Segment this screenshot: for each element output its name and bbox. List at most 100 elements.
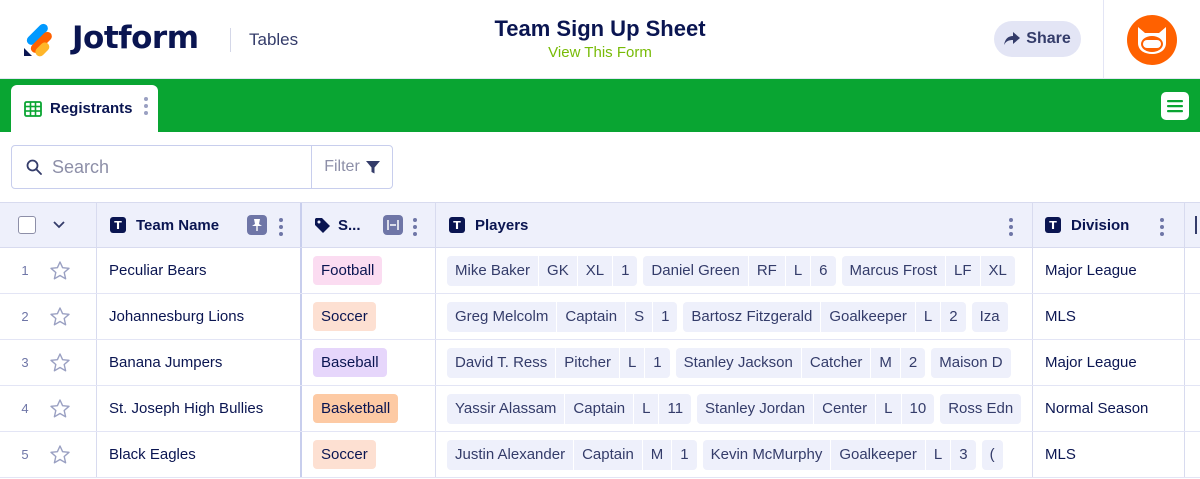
- cell-team-name[interactable]: Banana Jumpers: [97, 340, 302, 385]
- column-label-players: Players: [475, 216, 529, 234]
- player-card[interactable]: Stanley Jackson Catcher M 2: [675, 347, 926, 378]
- filter-button[interactable]: Filter: [311, 145, 393, 189]
- player-card[interactable]: Stanley Jordan Center L 10: [697, 393, 935, 424]
- player-card[interactable]: Maison D: [931, 347, 1011, 378]
- player-position: Captain: [573, 439, 642, 470]
- row-number: 5: [21, 447, 29, 462]
- table-header-row: T Team Name S... T Players T Division: [0, 202, 1200, 248]
- player-number: 2: [940, 301, 965, 332]
- column-options-icon[interactable]: [1009, 218, 1013, 236]
- cell-players[interactable]: Greg Melcolm Captain S 1 Bartosz Fitzgerald…: [436, 294, 1033, 339]
- column-options-icon[interactable]: [279, 218, 283, 236]
- chevron-down-icon[interactable]: [53, 221, 65, 229]
- cell-players[interactable]: Yassir Alassam Captain L 11 Stanley Jordan C…: [436, 386, 1033, 431]
- cell-team-name[interactable]: Johannesburg Lions: [97, 294, 302, 339]
- player-size: L: [618, 347, 644, 378]
- cell-team-name[interactable]: St. Joseph High Bullies: [97, 386, 302, 431]
- cell-division[interactable]: Major League: [1033, 248, 1185, 293]
- cell-division[interactable]: MLS: [1033, 294, 1185, 339]
- row-header: 4: [0, 386, 97, 431]
- player-card[interactable]: David T. Ress Pitcher L 1: [447, 347, 670, 378]
- star-icon[interactable]: [50, 307, 70, 326]
- table-row[interactable]: 1 Peculiar Bears Football Mike Baker GK XL…: [0, 248, 1200, 294]
- player-name: David T. Ress: [455, 353, 548, 371]
- avatar[interactable]: [1127, 15, 1177, 65]
- player-card[interactable]: Daniel Green RF L 6: [643, 255, 836, 286]
- star-icon[interactable]: [50, 261, 70, 280]
- player-name: Daniel Green: [651, 261, 740, 279]
- player-card[interactable]: Ross Edn: [940, 393, 1022, 424]
- player-size: L: [633, 393, 658, 424]
- row-header: 5: [0, 432, 97, 477]
- player-position: LF: [945, 255, 980, 286]
- player-number: 1: [671, 439, 696, 470]
- player-size: M: [870, 347, 900, 378]
- star-icon[interactable]: [50, 399, 70, 418]
- player-number: 2: [899, 347, 925, 378]
- star-icon[interactable]: [50, 445, 70, 464]
- cell-division[interactable]: MLS: [1033, 432, 1185, 477]
- table-row[interactable]: 3 Banana Jumpers Baseball David T. Ress P…: [0, 340, 1200, 386]
- podo-cat-icon: [1138, 27, 1166, 54]
- tab-options-icon[interactable]: [144, 97, 148, 115]
- sport-badge: Basketball: [313, 394, 399, 423]
- column-header-team-name[interactable]: T Team Name: [97, 203, 302, 247]
- hamburger-menu-button[interactable]: [1161, 92, 1189, 120]
- column-options-icon[interactable]: [1160, 218, 1164, 236]
- jotform-logo[interactable]: Jotform: [22, 18, 199, 58]
- player-card[interactable]: Marcus Frost LF XL: [841, 255, 1015, 286]
- select-all-checkbox[interactable]: [18, 216, 36, 234]
- column-header-next[interactable]: [1185, 203, 1200, 247]
- column-header-sport[interactable]: S...: [302, 203, 436, 247]
- player-card[interactable]: (: [981, 439, 1003, 470]
- player-name: Ross Edn: [948, 399, 1014, 417]
- pin-column-icon[interactable]: [247, 215, 267, 235]
- cell-sport[interactable]: Basketball: [302, 386, 436, 431]
- player-size: L: [924, 439, 950, 470]
- star-icon[interactable]: [50, 353, 70, 372]
- player-number: 3: [950, 439, 975, 470]
- cell-sport[interactable]: Soccer: [302, 294, 436, 339]
- filter-funnel-icon: [365, 160, 380, 173]
- cell-sport[interactable]: Football: [302, 248, 436, 293]
- player-card[interactable]: Kevin McMurphy Goalkeeper L 3: [702, 439, 976, 470]
- grid-table-icon: [24, 100, 42, 117]
- player-card[interactable]: Yassir Alassam Captain L 11: [447, 393, 692, 424]
- player-name: Mike Baker: [455, 261, 531, 279]
- form-title-block: Team Sign Up Sheet View This Form: [400, 16, 800, 62]
- row-number: 4: [21, 401, 29, 416]
- search-box[interactable]: [11, 145, 312, 189]
- cell-players[interactable]: Justin Alexander Captain M 1 Kevin McMurphy…: [436, 432, 1033, 477]
- player-card[interactable]: Iza: [971, 301, 1008, 332]
- player-card[interactable]: Justin Alexander Captain M 1: [447, 439, 697, 470]
- product-name[interactable]: Tables: [249, 30, 298, 50]
- row-number: 3: [21, 355, 29, 370]
- view-form-link[interactable]: View This Form: [548, 44, 652, 61]
- player-size: XL: [576, 255, 612, 286]
- search-input[interactable]: [52, 156, 292, 178]
- cell-sport[interactable]: Baseball: [302, 340, 436, 385]
- player-size: S: [625, 301, 652, 332]
- cell-division[interactable]: Normal Season: [1033, 386, 1185, 431]
- table-row[interactable]: 2 Johannesburg Lions Soccer Greg Melcolm…: [0, 294, 1200, 340]
- resize-column-icon[interactable]: [383, 215, 403, 235]
- cell-players[interactable]: David T. Ress Pitcher L 1 Stanley Jackson Ca…: [436, 340, 1033, 385]
- column-options-icon[interactable]: [413, 218, 417, 236]
- player-card[interactable]: Greg Melcolm Captain S 1: [447, 301, 678, 332]
- column-header-division[interactable]: T Division: [1033, 203, 1185, 247]
- player-name: Justin Alexander: [455, 445, 566, 463]
- cell-team-name[interactable]: Black Eagles: [97, 432, 302, 477]
- player-card[interactable]: Bartosz Fitzgerald Goalkeeper L 2: [683, 301, 966, 332]
- cell-sport[interactable]: Soccer: [302, 432, 436, 477]
- tab-registrants[interactable]: Registrants: [11, 85, 158, 132]
- column-header-players[interactable]: T Players: [436, 203, 1033, 247]
- player-card[interactable]: Mike Baker GK XL 1: [447, 255, 638, 286]
- cell-division[interactable]: Major League: [1033, 340, 1185, 385]
- share-button[interactable]: Share: [994, 21, 1081, 57]
- table-row[interactable]: 4 St. Joseph High Bullies Basketball Yas…: [0, 386, 1200, 432]
- table-row[interactable]: 5 Black Eagles Soccer Justin Alexander Ca…: [0, 432, 1200, 478]
- cell-team-name[interactable]: Peculiar Bears: [97, 248, 302, 293]
- player-position: Pitcher: [555, 347, 619, 378]
- next-column-edge: [1195, 216, 1197, 234]
- cell-players[interactable]: Mike Baker GK XL 1 Daniel Green RF L 6 Marcus …: [436, 248, 1033, 293]
